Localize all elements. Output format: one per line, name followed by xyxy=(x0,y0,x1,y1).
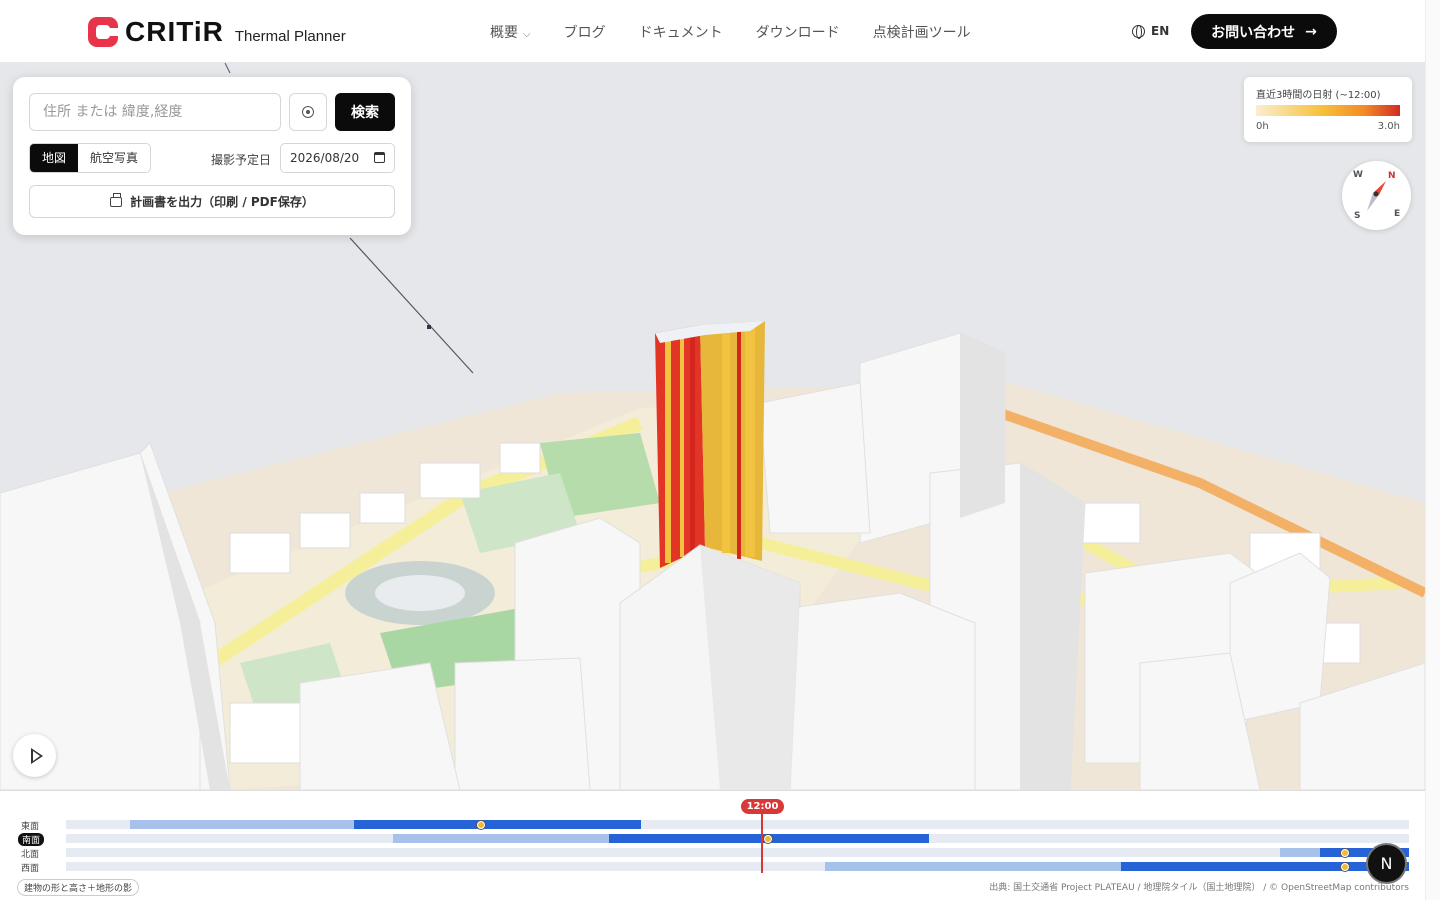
peak-marker xyxy=(1341,863,1349,871)
date-label: 撮影予定日 xyxy=(211,153,272,167)
track-south[interactable] xyxy=(66,834,1409,843)
sun-segment xyxy=(1280,848,1320,857)
legend-gradient xyxy=(1256,105,1400,116)
row-label-north[interactable]: 北面 xyxy=(21,847,39,860)
track-east[interactable] xyxy=(66,820,1409,829)
crosshair-icon xyxy=(302,106,314,118)
north-reset-button[interactable]: N xyxy=(1368,845,1405,882)
date-value: 2026/08/20 xyxy=(290,151,360,165)
nav-docs[interactable]: ドキュメント xyxy=(639,22,723,42)
address-search-input[interactable] xyxy=(29,93,281,131)
page-scrollbar[interactable] xyxy=(1425,0,1440,900)
nav-blog[interactable]: ブログ xyxy=(564,22,606,42)
map-mode-toggle: 地図 航空写真 xyxy=(29,143,152,173)
nav-inspection-tool[interactable]: 点検計画ツール xyxy=(873,22,971,42)
sun-segment xyxy=(825,862,1121,871)
contact-label: お問い合わせ xyxy=(1211,24,1296,41)
search-button[interactable]: 検索 xyxy=(335,93,395,131)
map-attribution: 出典: 国土交通省 Project PLATEAU / 地理院タイル（国土地理院… xyxy=(989,883,1409,893)
play-animation-button[interactable] xyxy=(13,734,56,777)
map-mode-aerial[interactable]: 航空写真 xyxy=(78,144,150,172)
peak-marker xyxy=(764,835,772,843)
search-panel: 検索 地図 航空写真 撮影予定日 2026/08/20 計画書を出力（印刷 / … xyxy=(13,77,411,235)
compass-w: W xyxy=(1353,170,1363,180)
legend-max: 3.0h xyxy=(1377,121,1400,132)
sun-segment xyxy=(393,834,609,843)
current-time-badge[interactable]: 12:00 xyxy=(741,799,784,814)
current-location-button[interactable] xyxy=(289,93,327,131)
track-north[interactable] xyxy=(66,848,1409,857)
brand-name: CRITiR xyxy=(125,16,224,47)
language-switch[interactable]: EN xyxy=(1132,24,1170,39)
nav-overview[interactable]: 概要 ⌵ xyxy=(490,22,531,42)
solar-legend: 直近3時間の日射 (~12:00) 0h 3.0h xyxy=(1244,77,1412,142)
compass-s: S xyxy=(1354,211,1361,221)
brand-logo[interactable]: CRITiR Thermal Planner xyxy=(88,16,346,48)
product-name: Thermal Planner xyxy=(234,27,346,45)
contact-button[interactable]: お問い合わせ → xyxy=(1191,14,1337,49)
main-nav: 概要 ⌵ ブログ ドキュメント ダウンロード 点検計画ツール xyxy=(490,22,1004,42)
arrow-right-icon: → xyxy=(1305,23,1317,40)
peak-marker xyxy=(477,821,485,829)
globe-icon xyxy=(1132,24,1145,39)
peak-marker xyxy=(1341,849,1349,857)
row-label-east[interactable]: 東面 xyxy=(21,819,39,832)
current-time-line[interactable] xyxy=(761,805,763,873)
printer-icon xyxy=(110,192,123,207)
calendar-icon[interactable] xyxy=(374,152,385,163)
export-label: 計画書を出力（印刷 / PDF保存） xyxy=(130,195,314,209)
legend-min: 0h xyxy=(1256,121,1269,132)
compass-n: N xyxy=(1388,171,1396,181)
legend-title: 直近3時間の日射 (~12:00) xyxy=(1256,90,1381,101)
play-icon xyxy=(30,747,43,764)
track-west[interactable] xyxy=(66,862,1409,871)
shoot-date-input[interactable]: 2026/08/20 xyxy=(280,143,395,173)
language-label: EN xyxy=(1151,24,1170,38)
chevron-down-icon: ⌵ xyxy=(523,29,531,40)
sun-segment xyxy=(130,820,354,829)
compass-control[interactable]: N E S W xyxy=(1342,161,1411,230)
compass-e: E xyxy=(1394,209,1401,219)
export-plan-button[interactable]: 計画書を出力（印刷 / PDF保存） xyxy=(29,185,395,218)
facade-timeline: 東面 南面 北面 西面 12:00 建物の形と高さ＋地形の影 出典: 国土交通省… xyxy=(0,790,1425,900)
logo-mark-icon xyxy=(88,17,119,47)
row-label-west[interactable]: 西面 xyxy=(21,861,39,874)
map-mode-map[interactable]: 地図 xyxy=(30,144,79,172)
row-label-south[interactable]: 南面 xyxy=(18,833,45,846)
nav-download[interactable]: ダウンロード xyxy=(756,22,840,42)
top-nav-bar: CRITiR Thermal Planner 概要 ⌵ ブログ ドキュメント ダウ… xyxy=(0,0,1425,63)
sun-segment-peak xyxy=(354,820,641,829)
sun-segment-peak xyxy=(1121,862,1409,871)
shadow-source-chip[interactable]: 建物の形と高さ＋地形の影 xyxy=(17,879,140,896)
